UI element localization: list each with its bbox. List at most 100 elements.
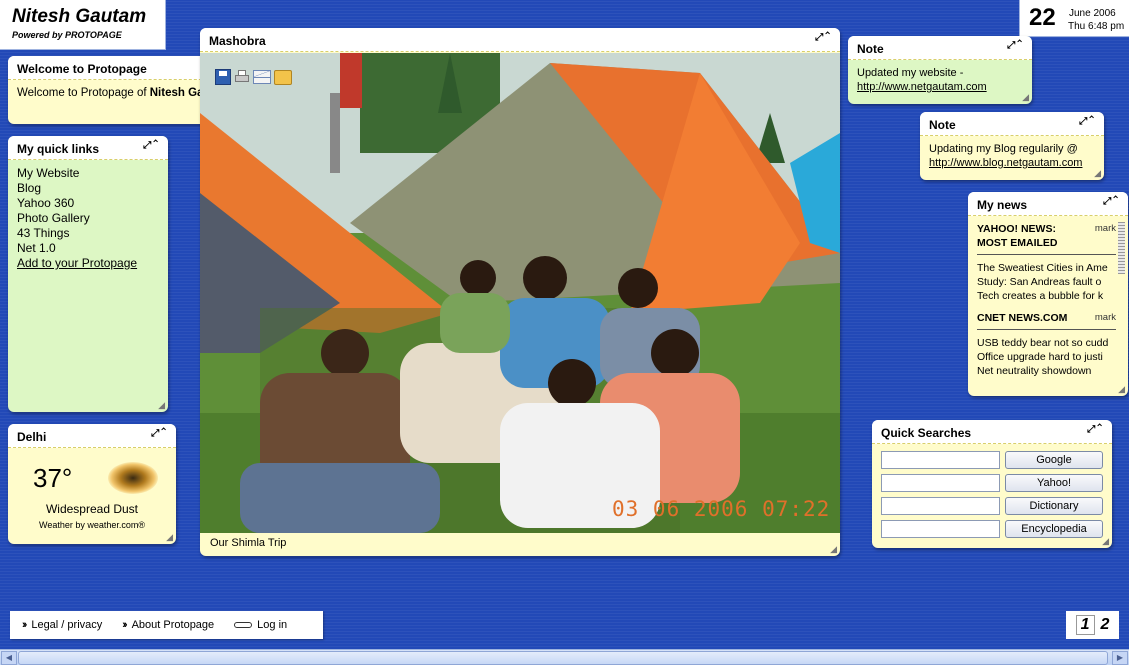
photo-caption: Our Shimla Trip [210, 537, 287, 549]
header-logo-box: Nitesh Gautam Powered by PROTOPAGE [0, 0, 166, 50]
quick-link-net-1-0[interactable]: Net 1.0 [17, 241, 159, 256]
welcome-title-bar[interactable]: Welcome to Protopage ⤢ [8, 56, 232, 80]
collapse-icon[interactable]: ⌃ [1089, 116, 1096, 127]
resize-grip-icon[interactable]: ◢ [1102, 537, 1109, 546]
legal-privacy-label: Legal / privacy [31, 619, 103, 631]
resize-grip-icon[interactable]: ◢ [830, 545, 837, 554]
encyclopedia-search-button[interactable]: Encyclopedia [1005, 520, 1103, 538]
note2-link[interactable]: http://www.blog.netgautam.com [929, 157, 1082, 169]
group-photo-illustration [200, 53, 840, 533]
google-search-input[interactable] [881, 451, 1000, 469]
note1-title: Note [857, 42, 884, 56]
scroll-left-icon[interactable]: ◀ [1, 651, 17, 665]
yahoo-search-input[interactable] [881, 474, 1000, 492]
resize-grip-icon[interactable]: ◢ [158, 401, 165, 410]
quick-link-blog[interactable]: Blog [17, 181, 159, 196]
collapse-icon[interactable]: ⌃ [1017, 40, 1024, 51]
news-title-bar[interactable]: My news ⤢⌃ [968, 192, 1128, 216]
collapse-icon[interactable]: ⌃ [825, 32, 832, 43]
news-item[interactable]: Study: San Andreas fault o [977, 275, 1116, 289]
maximize-icon[interactable]: ⤢ [1087, 424, 1097, 435]
photo-image: 03 06 2006 07:22 [200, 53, 840, 533]
login-label: Log in [257, 619, 288, 631]
page-tab-2[interactable]: 2 [1101, 616, 1110, 634]
news-mark-link[interactable]: mark [1095, 311, 1116, 325]
news-item[interactable]: The Sweatiest Cities in Ame [977, 261, 1116, 275]
yahoo-search-button[interactable]: Yahoo! [1005, 474, 1103, 492]
photo-title: Mashobra [209, 34, 266, 48]
welcome-text: Welcome to Protopage of [17, 87, 150, 99]
news-title: My news [977, 198, 1028, 212]
maximize-icon[interactable]: ⤢ [143, 140, 153, 151]
page-tab-1[interactable]: 1 [1075, 615, 1095, 635]
legal-privacy-link[interactable]: ›› Legal / privacy [22, 619, 102, 631]
quick-searches-title-bar[interactable]: Quick Searches ⤢⌃ [872, 420, 1112, 444]
collapse-icon[interactable]: ⌃ [1097, 424, 1104, 435]
maximize-icon[interactable]: ⤢ [151, 428, 161, 439]
quick-searches-panel: Quick Searches ⤢⌃ Google Yahoo! Dictiona… [872, 420, 1112, 548]
maximize-icon[interactable]: ⤢ [1103, 196, 1113, 207]
weather-credit[interactable]: Weather by weather.com® [8, 520, 176, 530]
news-source-cnet: CNET NEWS.COM mark [977, 311, 1116, 325]
note2-title-bar[interactable]: Note ⤢⌃ [920, 112, 1104, 136]
news-panel: My news ⤢⌃ YAHOO! NEWS: MOST EMAILED mar… [968, 192, 1128, 396]
resize-grip-icon[interactable]: ◢ [1022, 93, 1029, 102]
news-scrollbar[interactable] [1118, 222, 1125, 274]
scrollbar-thumb[interactable] [18, 651, 1108, 665]
news-item[interactable]: Tech creates a bubble for k [977, 289, 1116, 303]
print-icon[interactable] [234, 69, 250, 85]
add-to-protopage-link[interactable]: Add to your Protopage [17, 256, 159, 271]
weather-title-bar[interactable]: Delhi ⤢⌃ [8, 424, 176, 448]
news-item[interactable]: USB teddy bear not so cudd [977, 336, 1116, 350]
encyclopedia-search-input[interactable] [881, 520, 1000, 538]
panel-toolbar [212, 66, 304, 88]
news-item[interactable]: Office upgrade hard to justi [977, 350, 1116, 364]
resize-grip-icon[interactable]: ◢ [1118, 385, 1125, 394]
news-source-name[interactable]: CNET NEWS.COM [977, 311, 1067, 325]
collapse-icon[interactable]: ⌃ [153, 140, 160, 151]
news-item[interactable]: Net neutrality showdown [977, 364, 1116, 378]
key-icon [234, 622, 253, 628]
note2-title: Note [929, 118, 956, 132]
quick-link-my-website[interactable]: My Website [17, 166, 159, 181]
page-tabs: 1 2 [1066, 611, 1119, 639]
quick-link-photo-gallery[interactable]: Photo Gallery [17, 211, 159, 226]
collapse-icon[interactable]: ⌃ [1113, 196, 1120, 207]
note-panel-1: Note ⤢⌃ Updated my website - http://www.… [848, 36, 1032, 104]
maximize-icon[interactable]: ⤢ [1007, 40, 1017, 51]
photo-title-bar[interactable]: Mashobra ⤢⌃ [200, 28, 840, 52]
welcome-panel: Welcome to Protopage ⤢ Welcome to Protop… [8, 56, 232, 124]
about-protopage-link[interactable]: ›› About Protopage [122, 619, 214, 631]
date-month-year: June 2006 [1069, 8, 1116, 19]
google-search-button[interactable]: Google [1005, 451, 1103, 469]
quick-link-yahoo-360[interactable]: Yahoo 360 [17, 196, 159, 211]
quick-links-title-bar[interactable]: My quick links ⤢⌃ [8, 136, 168, 160]
horizontal-scrollbar[interactable]: ◀ ▶ [0, 649, 1129, 665]
note1-link[interactable]: http://www.netgautam.com [857, 81, 987, 93]
login-link[interactable]: Log in [234, 619, 287, 631]
resize-grip-icon[interactable]: ◢ [166, 533, 173, 542]
dictionary-search-button[interactable]: Dictionary [1005, 497, 1103, 515]
folder-icon[interactable] [274, 69, 292, 85]
note1-title-bar[interactable]: Note ⤢⌃ [848, 36, 1032, 60]
weather-title: Delhi [17, 430, 47, 444]
quick-searches-title: Quick Searches [881, 426, 972, 440]
weather-temperature: 37° [33, 463, 73, 493]
collapse-icon[interactable]: ⌃ [161, 428, 168, 439]
note2-text: Updating my Blog regularily @ [929, 143, 1078, 155]
powered-by[interactable]: Powered by PROTOPAGE [12, 30, 165, 40]
news-mark-link[interactable]: mark [1095, 222, 1116, 250]
photo-panel: Mashobra ⤢⌃ 03 06 2006 07:22 Our Shimla … [200, 28, 840, 556]
resize-grip-icon[interactable]: ◢ [1094, 169, 1101, 178]
save-icon[interactable] [215, 69, 231, 85]
weather-condition: Widespread Dust [45, 502, 139, 516]
scroll-right-icon[interactable]: ▶ [1112, 651, 1128, 665]
double-chevron-icon: ›› [22, 619, 28, 631]
double-chevron-icon: ›› [122, 619, 128, 631]
dictionary-search-input[interactable] [881, 497, 1000, 515]
maximize-icon[interactable]: ⤢ [815, 32, 825, 43]
news-source-name[interactable]: YAHOO! NEWS: MOST EMAILED [977, 222, 1077, 250]
maximize-icon[interactable]: ⤢ [1079, 116, 1089, 127]
quick-link-43-things[interactable]: 43 Things [17, 226, 159, 241]
email-icon[interactable] [253, 70, 271, 84]
